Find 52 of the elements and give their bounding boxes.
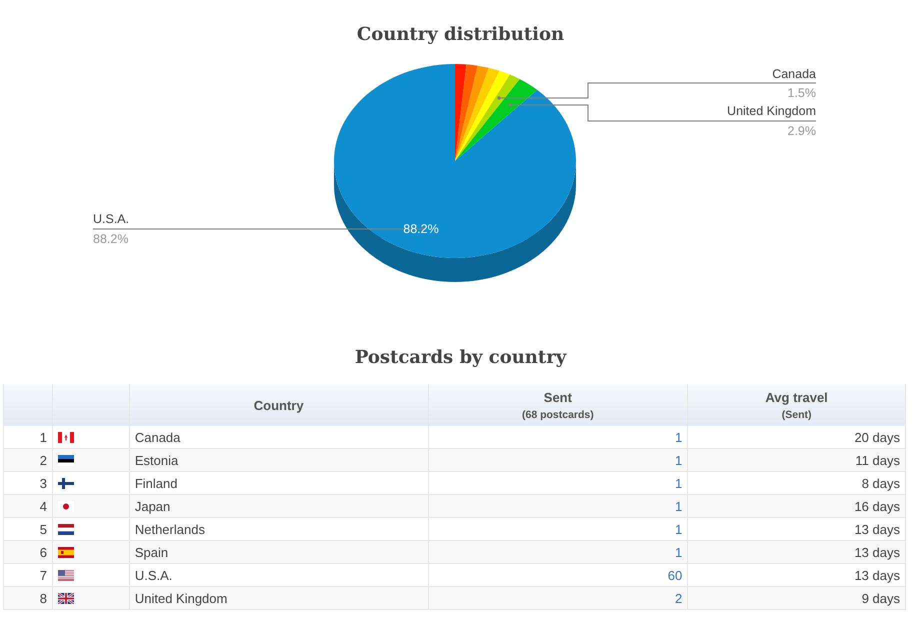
flag-icon [58,500,74,512]
chart-title: Country distribution [356,24,564,45]
avg-travel-time: 13 days [854,544,900,560]
slice-label: U.S.A. [93,212,130,226]
column-header[interactable]: Avg travel (Sent) [688,384,906,426]
country-name: United Kingdom [134,590,228,606]
rank-number: 7 [40,568,47,582]
column-header[interactable]: Country [129,384,428,426]
rank-number: 3 [40,476,47,490]
column-header[interactable]: Sent (68 postcards) [428,384,688,426]
flag-icon [58,546,74,558]
country-name: Canada [134,430,180,444]
table-title: Postcards by country [354,347,566,368]
country-name: Estonia [134,452,178,468]
flag-icon [58,478,74,488]
slice-label: United Kingdom [727,104,816,118]
slice-percent: 2.9% [788,124,816,138]
sent-count-link[interactable]: 1 [674,544,682,560]
flag-icon [58,524,74,534]
rank-number: 8 [40,590,47,606]
avg-travel-time: 9 days [862,590,900,606]
flag-icon [58,432,74,442]
rank-number: 5 [40,522,47,536]
rank-number: 1 [40,430,47,444]
slice-percent: 1.5% [788,86,816,100]
rank-number: 4 [40,498,47,514]
avg-travel-time: 11 days [855,452,900,468]
sent-count-link[interactable]: 1 [674,452,682,468]
sent-count-link[interactable]: 1 [674,498,682,514]
rank-number: 2 [40,452,47,468]
country-name: Japan [134,498,170,514]
sent-count-link[interactable]: 2 [674,590,682,606]
slice-label: Canada [772,67,816,81]
slice-inner-label: 88.2% [403,222,439,236]
country-name: Netherlands [134,522,205,536]
avg-travel-time: 13 days [854,568,900,582]
avg-travel-time: 13 days [854,522,900,536]
slice-percent: 88.2% [93,232,128,246]
avg-travel-time: 20 days [854,430,900,444]
country-name: Finland [134,476,178,490]
flag-icon [58,570,74,580]
country-name: U.S.A. [134,568,172,582]
sent-count-link[interactable]: 1 [674,522,682,536]
country-name: Spain [134,544,168,560]
flag-icon [58,592,74,604]
sent-count-link[interactable]: 1 [674,430,682,444]
rank-number: 6 [40,544,47,560]
avg-travel-time: 16 days [854,498,900,514]
sent-count-link[interactable]: 60 [668,568,682,582]
sent-count-link[interactable]: 1 [674,476,682,490]
avg-travel-time: 8 days [862,476,900,490]
flag-icon [58,454,74,466]
